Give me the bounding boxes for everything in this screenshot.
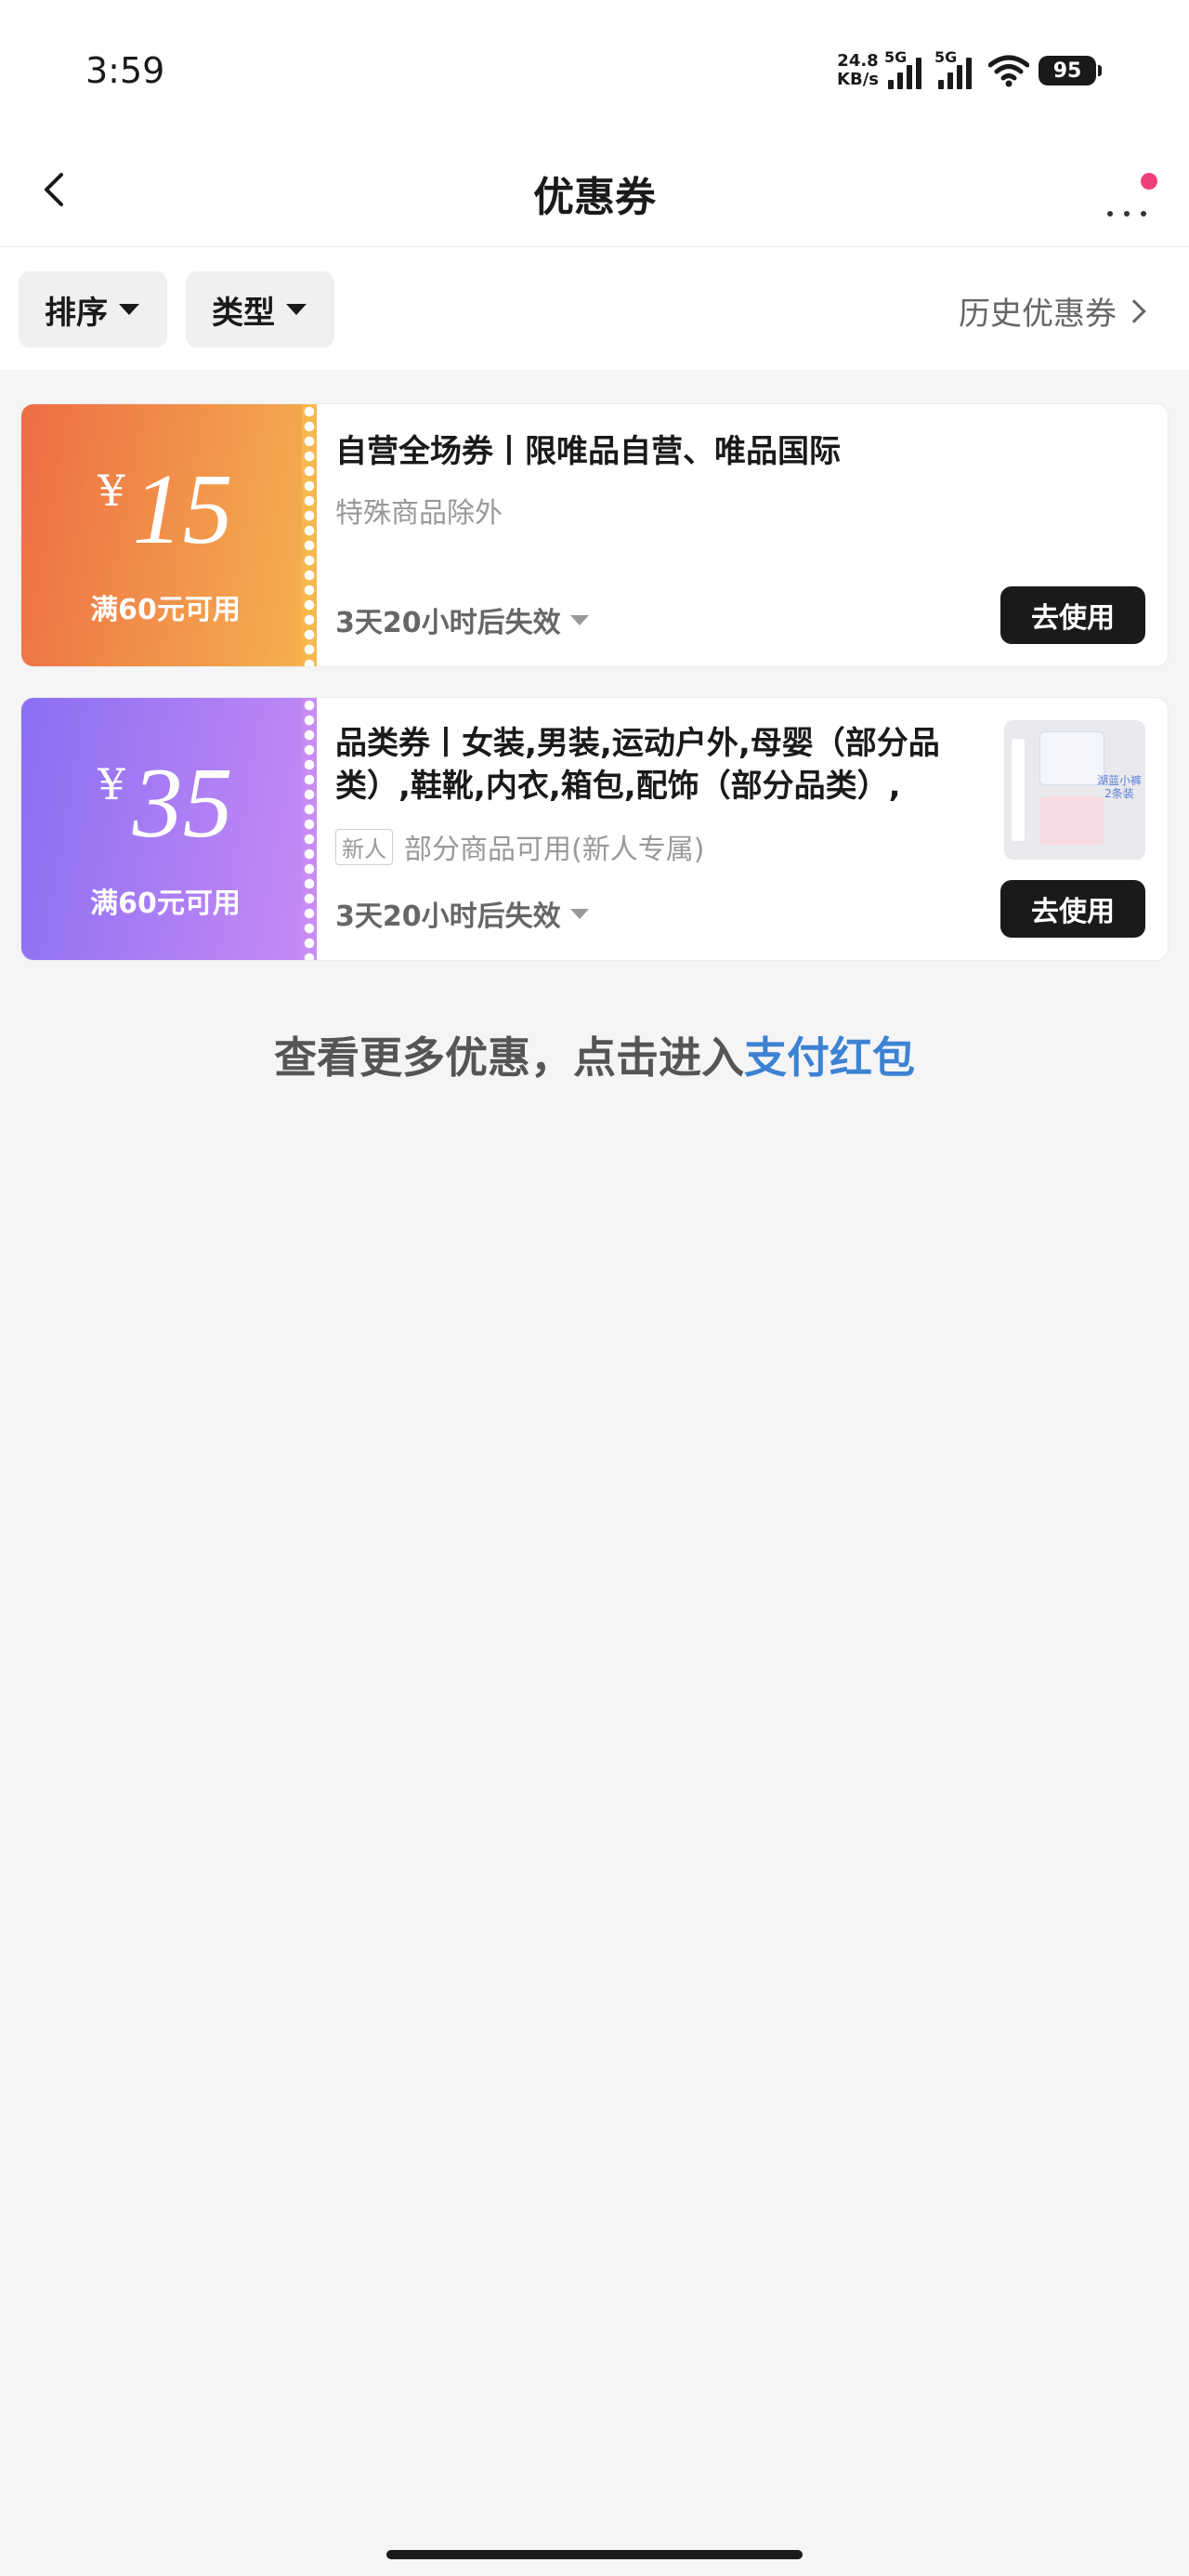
- use-coupon-button[interactable]: 去使用: [1000, 586, 1145, 644]
- network-speed-value: 24.8: [837, 51, 879, 71]
- type-dropdown[interactable]: 类型: [186, 271, 334, 348]
- coupon-card: ¥ 15 满60元可用 自营全场券丨限唯品自营、唯品国际 特殊商品除外 3天20…: [20, 403, 1169, 667]
- more-offers: 查看更多优惠，点击进入支付红包: [0, 1024, 1189, 1085]
- coupon-amount: ¥ 15: [21, 460, 309, 560]
- use-coupon-button[interactable]: 去使用: [1000, 880, 1145, 938]
- coupon-subtitle-row: 新人 部分商品可用(新人专属): [335, 826, 704, 867]
- notification-dot: [1141, 173, 1157, 190]
- red-packet-link[interactable]: 支付红包: [744, 1032, 915, 1083]
- coupon-subtitle: 部分商品可用(新人专属): [404, 834, 705, 866]
- currency-symbol: ¥: [98, 466, 125, 516]
- coupon-subtitle: 特殊商品除外: [335, 497, 503, 530]
- signal-icon: 5G: [934, 48, 979, 89]
- history-label: 历史优惠券: [959, 296, 1117, 333]
- thumbnail-garment-bottom: [1039, 796, 1104, 845]
- history-coupons-link[interactable]: 历史优惠券: [959, 288, 1146, 334]
- signal-2-label: 5G: [934, 48, 958, 66]
- product-thumbnail[interactable]: 湖蓝小裤 2条装: [1004, 720, 1145, 860]
- coupon-stub: ¥ 15 满60元可用: [21, 404, 317, 666]
- coupon-card: ¥ 35 满60元可用 品类券丨女装,男装,运动户外,母婴（部分品类）,鞋靴,内…: [20, 697, 1169, 961]
- min-spend: 满60元可用: [90, 594, 241, 626]
- sort-label: 排序: [45, 294, 108, 332]
- filter-bar: 排序 类型 历史优惠券: [0, 247, 1189, 370]
- thumbnail-garment-top: [1039, 731, 1104, 785]
- status-time: 3:59: [85, 50, 165, 91]
- status-icons: 24.8 KB/s 5G 5G 95: [837, 48, 1102, 93]
- signal-icon: 5G: [884, 48, 929, 89]
- more-offers-text: 查看更多优惠，点击进入: [274, 1032, 744, 1083]
- more-options-button[interactable]: [1091, 162, 1165, 227]
- caret-down-icon: [286, 304, 307, 315]
- currency-symbol: ¥: [98, 759, 125, 809]
- min-spend: 满60元可用: [90, 887, 241, 920]
- battery-icon: 95: [1039, 56, 1102, 85]
- amount-value: 15: [132, 454, 233, 565]
- coupon-amount: ¥ 35: [21, 754, 309, 854]
- caret-down-icon: [119, 304, 139, 315]
- chevron-right-icon: [1122, 298, 1146, 323]
- perforated-edge: [302, 698, 317, 960]
- expiry-text: 3天20小时后失效: [335, 900, 561, 933]
- expiry-text: 3天20小时后失效: [335, 607, 561, 639]
- coupon-body: 品类券丨女装,男装,运动户外,母婴（部分品类）,鞋靴,内衣,箱包,配饰（部分品类…: [335, 698, 1145, 960]
- network-speed: 24.8 KB/s: [837, 52, 879, 89]
- status-bar: 3:59 24.8 KB/s 5G 5G 95: [0, 0, 1189, 139]
- more-icon: [1107, 211, 1146, 217]
- home-indicator[interactable]: [386, 2550, 803, 2559]
- expiry-toggle[interactable]: 3天20小时后失效: [335, 893, 589, 934]
- coupon-stub: ¥ 35 满60元可用: [21, 698, 317, 960]
- nav-bar: 优惠券: [0, 139, 1189, 247]
- signal-1-label: 5G: [884, 48, 908, 66]
- type-label: 类型: [212, 294, 275, 332]
- page-title: 优惠券: [533, 174, 656, 221]
- coupon-title: 自营全场券丨限唯品自营、唯品国际: [335, 433, 841, 470]
- sort-dropdown[interactable]: 排序: [19, 271, 167, 348]
- caret-down-icon: [569, 614, 589, 625]
- thumbnail-side-strip: [1012, 739, 1025, 841]
- wifi-icon: [988, 55, 1029, 87]
- expiry-toggle[interactable]: 3天20小时后失效: [335, 599, 589, 640]
- caret-down-icon: [569, 908, 589, 919]
- coupon-body: 自营全场券丨限唯品自营、唯品国际 特殊商品除外 3天20小时后失效 去使用: [335, 404, 1145, 666]
- new-user-tag: 新人: [335, 828, 393, 865]
- perforated-edge: [302, 404, 317, 666]
- network-speed-unit: KB/s: [837, 70, 879, 89]
- amount-value: 35: [132, 748, 233, 859]
- thumbnail-caption: 湖蓝小裤 2条装: [1097, 774, 1143, 800]
- coupon-title: 品类券丨女装,男装,运动户外,母婴（部分品类）,鞋靴,内衣,箱包,配饰（部分品类…: [335, 725, 940, 805]
